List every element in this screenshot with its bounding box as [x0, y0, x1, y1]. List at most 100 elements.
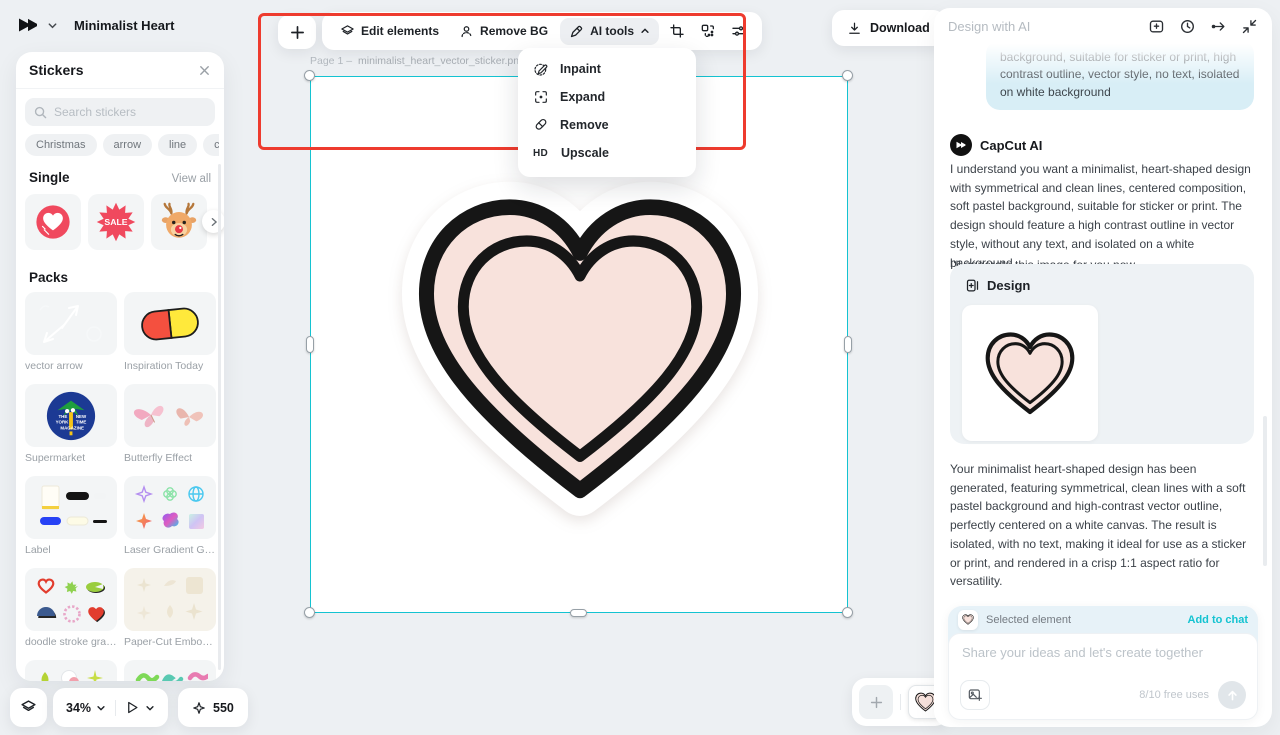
- sticker-red-heart-badge[interactable]: [25, 194, 81, 250]
- new-chat-icon[interactable]: [1148, 18, 1165, 35]
- app-header-left: Minimalist Heart: [16, 13, 174, 37]
- page-label: Page 1 –minimalist_heart_vector_sticker.…: [310, 55, 525, 67]
- svg-text:SALE: SALE: [104, 217, 127, 227]
- search-icon: [34, 106, 47, 119]
- capcut-logo-icon[interactable]: [16, 13, 40, 37]
- heart-chip-icon: [961, 613, 975, 626]
- pack-vector-arrow[interactable]: vector arrow: [25, 292, 117, 372]
- chat-input-box: Selected element Add to chat 8/10 free u…: [948, 606, 1258, 720]
- tag-circle[interactable]: circle: [203, 134, 219, 156]
- pack-partial-right[interactable]: [124, 660, 216, 681]
- pack-paper-cut[interactable]: Paper-Cut Embossi...: [124, 568, 216, 648]
- svg-text:THE: THE: [58, 413, 67, 418]
- pack-butterfly-effect[interactable]: Butterfly Effect: [124, 384, 216, 464]
- menu-item-remove[interactable]: Remove: [518, 111, 696, 139]
- view-all-link[interactable]: View all: [172, 173, 211, 185]
- squiggle-art: [132, 666, 208, 682]
- selection-handle-bottom-left[interactable]: [304, 607, 315, 618]
- design-ai-panel: Design with AI background, suitable for …: [934, 8, 1272, 727]
- chevron-down-icon: [145, 703, 155, 713]
- ai-pen-icon: [569, 24, 584, 39]
- add-element-button[interactable]: [278, 15, 316, 49]
- single-section-title: Single: [29, 170, 70, 185]
- selection-handle-bottom-right[interactable]: [842, 607, 853, 618]
- heart-design-preview: [976, 321, 1084, 425]
- share-icon[interactable]: [1210, 18, 1227, 35]
- tag-arrow[interactable]: arrow: [103, 134, 153, 156]
- pack-label[interactable]: Label: [25, 476, 117, 556]
- pack-inspiration-today[interactable]: Inspiration Today: [124, 292, 216, 372]
- cursor-icon: [125, 700, 140, 715]
- selection-handle-left[interactable]: [306, 336, 314, 353]
- heart-sticker-artwork[interactable]: [384, 158, 776, 538]
- doodle-icons-art: [33, 666, 109, 682]
- design-result-card: Design: [950, 264, 1254, 444]
- generated-design-thumbnail[interactable]: [962, 305, 1098, 441]
- svg-text:NEW: NEW: [76, 413, 87, 418]
- pack-partial-left[interactable]: [25, 660, 117, 681]
- chat-scrollbar[interactable]: [1263, 416, 1267, 566]
- ai-tools-button[interactable]: AI tools: [560, 18, 659, 45]
- sparkle-icon: [192, 701, 206, 715]
- sticker-tags: Christmas arrow line circle: [25, 134, 219, 156]
- pack-laser-gradient[interactable]: Laser Gradient Grap...: [124, 476, 216, 556]
- layers-icon: [340, 24, 355, 39]
- history-icon[interactable]: [1179, 18, 1196, 35]
- pack-doodle-stroke[interactable]: doodle stroke graphi...: [25, 568, 117, 648]
- sale-burst-icon: SALE: [94, 200, 138, 244]
- add-to-chat-link[interactable]: Add to chat: [1188, 614, 1249, 626]
- tag-christmas[interactable]: Christmas: [25, 134, 97, 156]
- sticker-sale-burst[interactable]: SALE: [88, 194, 144, 250]
- inspiration-today-art: [135, 301, 205, 347]
- tag-line[interactable]: line: [158, 134, 197, 156]
- selection-handle-top-left[interactable]: [304, 70, 315, 81]
- design-card-label: Design: [987, 278, 1030, 293]
- free-uses-counter: 8/10 free uses: [1139, 689, 1209, 701]
- hd-badge: HD: [533, 148, 550, 159]
- expand-icon: [533, 89, 549, 105]
- attach-image-button[interactable]: [960, 680, 990, 710]
- chat-panel-title: Design with AI: [948, 19, 1148, 34]
- sticker-search[interactable]: [25, 98, 215, 126]
- search-input[interactable]: [54, 105, 206, 119]
- eraser-icon: [533, 117, 549, 133]
- zoom-selector[interactable]: 34%: [66, 701, 106, 715]
- menu-item-upscale[interactable]: HD Upscale: [518, 139, 696, 167]
- paper-cut-art: [132, 574, 208, 626]
- svg-text:MAGAZINE: MAGAZINE: [60, 425, 84, 430]
- replace-icon[interactable]: [694, 18, 721, 45]
- svg-text:YORK: YORK: [56, 419, 70, 424]
- download-icon: [847, 21, 862, 36]
- project-title[interactable]: Minimalist Heart: [74, 18, 174, 33]
- add-page-button[interactable]: [859, 685, 893, 719]
- selection-handle-bottom[interactable]: [570, 609, 587, 617]
- credits-button[interactable]: 550: [178, 688, 248, 727]
- svg-text:TIME: TIME: [76, 419, 87, 424]
- packs-grid: vector arrow Inspiration Today: [25, 292, 215, 681]
- remove-bg-button[interactable]: Remove BG: [451, 24, 556, 39]
- chevron-down-icon: [96, 703, 106, 713]
- assistant-name: CapCut AI: [980, 138, 1042, 153]
- selection-handle-top-right[interactable]: [842, 70, 853, 81]
- collapse-icon[interactable]: [1241, 18, 1258, 35]
- panel-scrollbar[interactable]: [218, 164, 221, 670]
- sticker-reindeer[interactable]: [151, 194, 207, 250]
- assistant-message-result: Your minimalist heart-shaped design has …: [950, 460, 1256, 591]
- download-button[interactable]: Download: [832, 10, 945, 46]
- pack-supermarket[interactable]: THENEW YORKTIME MAGAZINE Supermarket: [25, 384, 117, 464]
- menu-item-expand[interactable]: Expand: [518, 83, 696, 111]
- ai-tools-dropdown: Inpaint Expand Remove HD Upscale: [518, 48, 696, 177]
- selection-handle-right[interactable]: [844, 336, 852, 353]
- edit-elements-button[interactable]: Edit elements: [332, 24, 447, 39]
- chat-input[interactable]: [962, 645, 1244, 671]
- layers-button[interactable]: [10, 688, 47, 727]
- cursor-mode-selector[interactable]: [125, 700, 155, 715]
- close-icon[interactable]: [198, 64, 211, 77]
- layers-icon: [20, 699, 37, 716]
- inpaint-brush-icon: [533, 61, 549, 77]
- chevron-down-icon[interactable]: [47, 20, 58, 31]
- menu-item-inpaint[interactable]: Inpaint: [518, 55, 696, 83]
- send-button[interactable]: [1218, 681, 1246, 709]
- crop-icon[interactable]: [663, 18, 690, 45]
- adjust-sliders-icon[interactable]: [725, 18, 752, 45]
